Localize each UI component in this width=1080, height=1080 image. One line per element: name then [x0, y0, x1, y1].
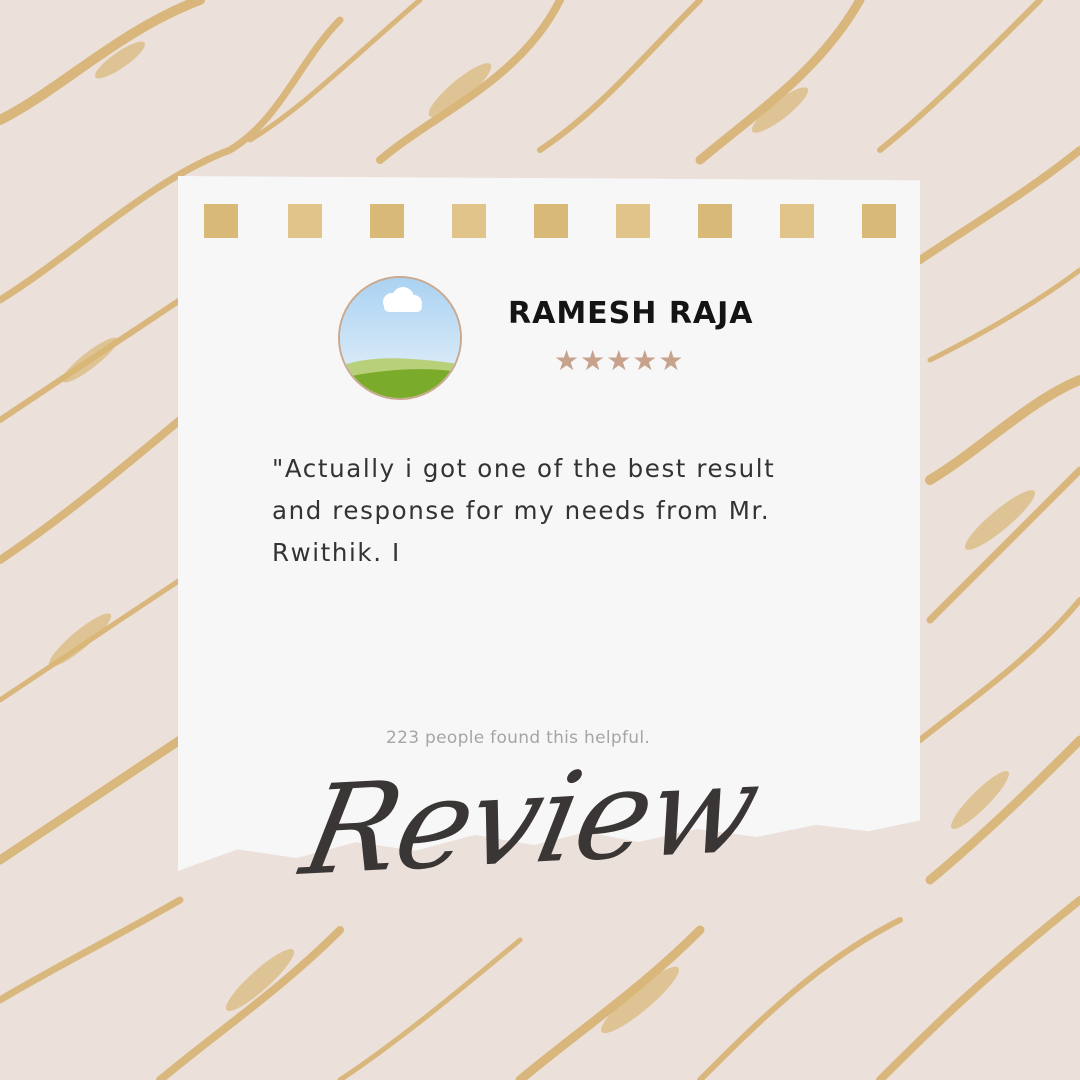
landscape-avatar-icon — [338, 276, 462, 400]
reviewer-name: RAMESH RAJA — [508, 296, 754, 331]
review-quote: "Actually i got one of the best result a… — [272, 454, 776, 567]
review-title: Review — [291, 736, 770, 904]
tear-hole — [532, 202, 570, 240]
tear-hole — [286, 202, 324, 240]
tear-hole — [368, 202, 406, 240]
tear-hole — [860, 202, 898, 240]
tear-hole — [778, 202, 816, 240]
star-rating: ★★★★★ — [554, 344, 685, 377]
tear-hole — [614, 202, 652, 240]
tear-hole — [202, 202, 240, 240]
tear-hole — [696, 202, 734, 240]
tear-hole — [450, 202, 488, 240]
